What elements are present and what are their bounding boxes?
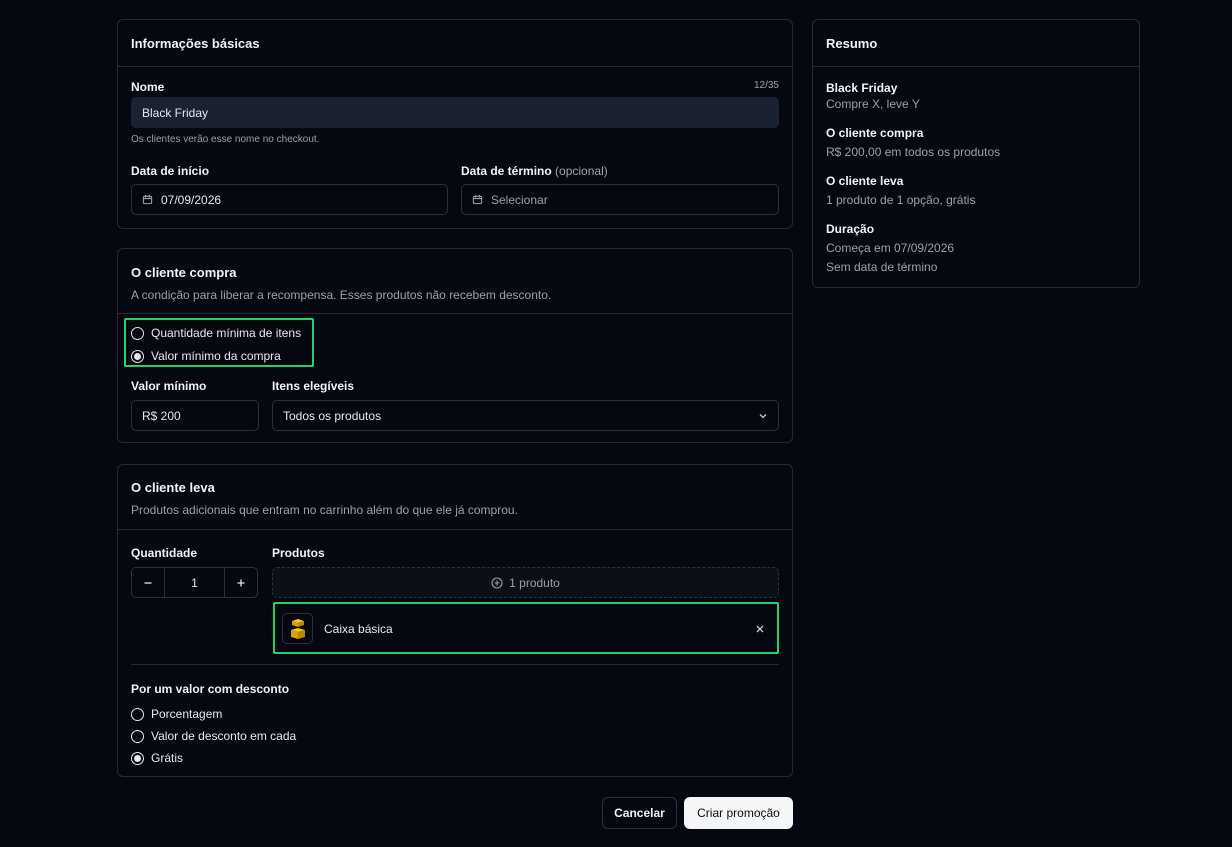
product-thumbnail [282, 613, 313, 644]
basic-info-header: Informações básicas [118, 20, 792, 67]
summary-duration-end: Sem data de término [826, 260, 938, 274]
radio-free[interactable]: Grátis [131, 751, 183, 765]
end-date-placeholder: Selecionar [491, 192, 548, 207]
name-input-value: Black Friday [142, 105, 209, 120]
customer-gets-description: Produtos adicionais que entram no carrin… [131, 503, 518, 517]
customer-buys-card: O cliente compra A condição para liberar… [117, 248, 793, 443]
summary-promo-name: Black Friday [826, 81, 898, 95]
summary-card: Resumo Black Friday Compre X, leve Y O c… [812, 19, 1140, 288]
summary-buys-title: O cliente compra [826, 126, 924, 140]
divider [131, 664, 779, 665]
quantity-input[interactable]: 1 [165, 568, 224, 597]
summary-header: Resumo [813, 20, 1139, 67]
eligible-items-select[interactable]: Todos os produtos [272, 400, 779, 431]
radio-free-label: Grátis [151, 751, 184, 765]
basic-info-title: Informações básicas [131, 35, 260, 51]
customer-gets-card: O cliente leva Produtos adicionais que e… [117, 464, 793, 777]
selected-product-row: Caixa básica [276, 605, 777, 652]
increment-button[interactable] [224, 568, 257, 597]
calendar-icon [472, 194, 483, 205]
minus-icon [143, 578, 153, 588]
products-label: Produtos [272, 546, 325, 560]
plus-icon [236, 578, 246, 588]
customer-buys-header: O cliente compra A condição para liberar… [118, 249, 792, 314]
quantity-value: 1 [191, 575, 198, 590]
radio-free-circle[interactable] [131, 751, 144, 765]
add-product-button[interactable]: 1 produto [272, 567, 779, 598]
customer-buys-description: A condição para liberar a recompensa. Es… [131, 288, 552, 302]
product-name: Caixa básica [324, 621, 393, 636]
cancel-button[interactable]: Cancelar [602, 797, 677, 829]
summary-promo-type: Compre X, leve Y [826, 97, 920, 111]
close-icon[interactable] [755, 624, 765, 634]
min-value-value: R$ 200 [142, 408, 181, 423]
basic-info-card: Informações básicas Nome 12/35 Black Fri… [117, 19, 793, 229]
radio-min-value-label: Valor mínimo da compra [151, 349, 281, 363]
name-input[interactable]: Black Friday [131, 97, 779, 128]
summary-gets-title: O cliente leva [826, 174, 904, 188]
chevron-down-icon [758, 411, 768, 421]
radio-percentage[interactable]: Porcentagem [131, 707, 222, 721]
customer-buys-title: O cliente compra [131, 265, 237, 280]
quantity-label: Quantidade [131, 546, 198, 560]
radio-percentage-label: Porcentagem [151, 707, 223, 721]
add-product-label: 1 produto [509, 575, 560, 590]
summary-title: Resumo [826, 35, 878, 51]
end-date-input[interactable]: Selecionar [461, 184, 779, 215]
name-label: Nome [131, 80, 165, 94]
radio-fixed-discount[interactable]: Valor de desconto em cada [131, 729, 296, 743]
quantity-stepper: 1 [131, 567, 258, 598]
plus-circle-icon [491, 576, 503, 589]
summary-buys-text: R$ 200,00 em todos os produtos [826, 145, 1001, 159]
end-date-label-text: Data de término [461, 164, 552, 178]
gift-box-icon [288, 618, 308, 640]
create-promotion-button[interactable]: Criar promoção [684, 797, 793, 829]
eligible-items-value: Todos os produtos [283, 408, 382, 423]
min-value-input[interactable]: R$ 200 [131, 400, 259, 431]
name-counter: 12/35 [753, 80, 779, 91]
radio-min-value-circle[interactable] [131, 349, 144, 363]
start-date-label: Data de início [131, 164, 210, 178]
radio-percentage-circle[interactable] [131, 707, 144, 721]
radio-fixed-discount-label: Valor de desconto em cada [151, 729, 297, 743]
start-date-input[interactable]: 07/09/2026 [131, 184, 448, 215]
calendar-icon [142, 194, 153, 205]
end-date-optional: (opcional) [555, 164, 608, 178]
radio-fixed-discount-circle[interactable] [131, 729, 144, 743]
min-value-label: Valor mínimo [131, 379, 207, 393]
customer-gets-title: O cliente leva [131, 480, 215, 495]
decrement-button[interactable] [132, 568, 165, 597]
summary-duration-start: Começa em 07/09/2026 [826, 241, 955, 255]
radio-min-quantity-circle[interactable] [131, 326, 144, 340]
customer-gets-header: O cliente leva Produtos adicionais que e… [118, 465, 792, 530]
discount-label: Por um valor com desconto [131, 682, 290, 696]
radio-min-quantity-label: Quantidade mínima de itens [151, 326, 302, 340]
eligible-items-label: Itens elegíveis [272, 379, 355, 393]
start-date-value: 07/09/2026 [161, 192, 222, 207]
name-hint: Os clientes verão esse nome no checkout. [131, 134, 320, 145]
radio-min-quantity[interactable]: Quantidade mínima de itens [131, 326, 301, 340]
summary-duration-title: Duração [826, 222, 875, 236]
end-date-label: Data de término (opcional) [461, 164, 608, 178]
summary-gets-text: 1 produto de 1 opção, grátis [826, 193, 976, 207]
radio-min-value[interactable]: Valor mínimo da compra [131, 349, 281, 363]
